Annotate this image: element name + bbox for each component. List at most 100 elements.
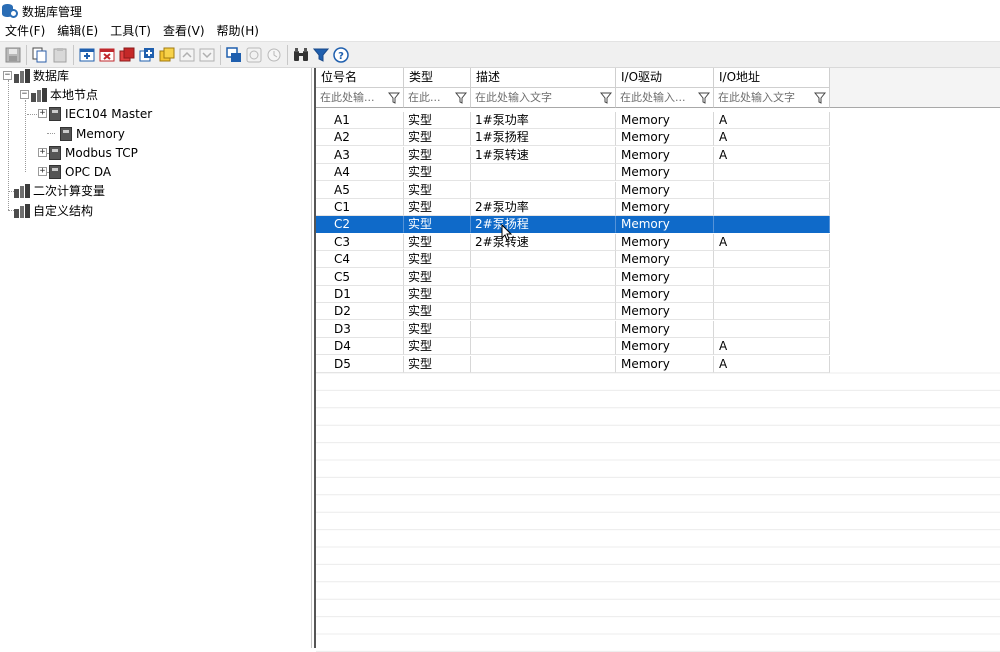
cell-io-address[interactable] — [714, 268, 830, 286]
cell-io-address[interactable] — [714, 251, 830, 269]
menu-help[interactable]: 帮助(H) — [212, 22, 266, 41]
cell-description[interactable] — [471, 268, 616, 286]
column-header-io-address[interactable]: I/O地址 — [714, 68, 830, 88]
cell-io-address[interactable]: A — [714, 146, 830, 164]
cell-type[interactable]: 实型 — [404, 268, 471, 286]
column-header-tag[interactable]: 位号名 — [316, 68, 404, 88]
save-button[interactable] — [4, 46, 22, 64]
table-row[interactable]: A2 实型 1#泵扬程 Memory A — [316, 129, 830, 147]
cell-tag[interactable]: D5 — [316, 355, 404, 373]
cell-tag[interactable]: A1 — [316, 112, 404, 129]
window-button[interactable] — [225, 46, 243, 64]
cell-type[interactable]: 实型 — [404, 199, 471, 216]
tree-node-modbus[interactable]: + Modbus TCP — [38, 143, 138, 162]
expand-icon[interactable]: + — [38, 148, 47, 157]
filter-icon[interactable] — [455, 92, 467, 104]
cell-description[interactable] — [471, 164, 616, 182]
cell-tag[interactable]: C4 — [316, 251, 404, 269]
filter-icon[interactable] — [814, 92, 826, 104]
move-up-button[interactable] — [178, 46, 196, 64]
table-row[interactable]: D1 实型 Memory — [316, 286, 830, 303]
collapse-icon[interactable]: − — [20, 90, 29, 99]
cell-tag[interactable]: D4 — [316, 338, 404, 356]
cell-type[interactable]: 实型 — [404, 129, 471, 147]
filter-input-description[interactable] — [471, 88, 615, 107]
expand-icon[interactable]: + — [38, 167, 47, 176]
duplicate-button[interactable] — [158, 46, 176, 64]
cell-description[interactable] — [471, 181, 616, 199]
cell-io-address[interactable]: A — [714, 233, 830, 251]
cell-io-address[interactable] — [714, 164, 830, 182]
cell-io-driver[interactable]: Memory — [616, 199, 714, 216]
cell-type[interactable]: 实型 — [404, 216, 471, 234]
cell-tag[interactable]: D3 — [316, 320, 404, 338]
cell-description[interactable]: 1#泵扬程 — [471, 129, 616, 147]
cell-io-driver[interactable]: Memory — [616, 286, 714, 303]
cell-io-address[interactable]: A — [714, 129, 830, 147]
copy-button[interactable] — [31, 46, 49, 64]
cell-io-driver[interactable]: Memory — [616, 181, 714, 199]
table-row[interactable]: C1 实型 2#泵功率 Memory — [316, 199, 830, 216]
table-row[interactable]: D5 实型 Memory A — [316, 355, 830, 373]
cell-io-address[interactable] — [714, 199, 830, 216]
tree-node-local[interactable]: − 本地节点 — [20, 85, 98, 104]
delete-row-button[interactable] — [98, 46, 116, 64]
move-down-button[interactable] — [198, 46, 216, 64]
column-header-type[interactable]: 类型 — [404, 68, 471, 88]
cell-io-driver[interactable]: Memory — [616, 338, 714, 356]
table-row[interactable]: C5 实型 Memory — [316, 268, 830, 286]
expand-icon[interactable]: + — [38, 109, 47, 118]
tree-node-iec104[interactable]: + IEC104 Master — [38, 104, 152, 123]
cell-io-address[interactable]: A — [714, 338, 830, 356]
cell-description[interactable] — [471, 286, 616, 303]
help-button[interactable]: ? — [332, 46, 350, 64]
cell-io-driver[interactable]: Memory — [616, 146, 714, 164]
cell-io-driver[interactable]: Memory — [616, 112, 714, 129]
cell-description[interactable] — [471, 320, 616, 338]
cell-io-address[interactable] — [714, 286, 830, 303]
cell-io-address[interactable] — [714, 320, 830, 338]
cell-io-driver[interactable]: Memory — [616, 268, 714, 286]
cell-type[interactable]: 实型 — [404, 146, 471, 164]
cell-io-driver[interactable]: Memory — [616, 216, 714, 234]
cell-description[interactable] — [471, 355, 616, 373]
table-row[interactable]: A5 实型 Memory — [316, 181, 830, 199]
cell-description[interactable]: 1#泵转速 — [471, 146, 616, 164]
cell-tag[interactable]: C3 — [316, 233, 404, 251]
clock-button[interactable] — [265, 46, 283, 64]
menu-view[interactable]: 查看(V) — [158, 22, 212, 41]
table-row[interactable]: C4 实型 Memory — [316, 251, 830, 269]
find-button[interactable] — [292, 46, 310, 64]
table-row[interactable]: D2 实型 Memory — [316, 303, 830, 321]
cell-description[interactable]: 2#泵功率 — [471, 199, 616, 216]
tree-node-secondary[interactable]: 二次计算变量 — [14, 181, 105, 200]
table-row[interactable]: A1 实型 1#泵功率 Memory A — [316, 112, 830, 129]
tree-node-custom[interactable]: 自定义结构 — [14, 201, 93, 220]
table-row[interactable]: C3 实型 2#泵转速 Memory A — [316, 233, 830, 251]
cell-io-driver[interactable]: Memory — [616, 251, 714, 269]
menu-tools[interactable]: 工具(T) — [105, 22, 158, 41]
table-row[interactable]: A4 实型 Memory — [316, 164, 830, 182]
filter-icon[interactable] — [600, 92, 612, 104]
cell-tag[interactable]: C5 — [316, 268, 404, 286]
filter-input-io-address[interactable] — [714, 88, 829, 107]
cell-tag[interactable]: A2 — [316, 129, 404, 147]
cell-tag[interactable]: A4 — [316, 164, 404, 182]
cell-type[interactable]: 实型 — [404, 233, 471, 251]
cell-tag[interactable]: A5 — [316, 181, 404, 199]
table-row[interactable]: D4 实型 Memory A — [316, 338, 830, 356]
cell-type[interactable]: 实型 — [404, 164, 471, 182]
cell-tag[interactable]: C2 — [316, 216, 404, 234]
column-header-description[interactable]: 描述 — [471, 68, 616, 88]
cell-tag[interactable]: D2 — [316, 303, 404, 321]
cell-io-address[interactable] — [714, 303, 830, 321]
cell-tag[interactable]: A3 — [316, 146, 404, 164]
insert-button[interactable] — [138, 46, 156, 64]
cell-description[interactable] — [471, 303, 616, 321]
cell-type[interactable]: 实型 — [404, 303, 471, 321]
menu-file[interactable]: 文件(F) — [0, 22, 52, 41]
menu-edit[interactable]: 编辑(E) — [52, 22, 105, 41]
cell-type[interactable]: 实型 — [404, 181, 471, 199]
cell-description[interactable]: 1#泵功率 — [471, 112, 616, 129]
table-row[interactable]: A3 实型 1#泵转速 Memory A — [316, 146, 830, 164]
